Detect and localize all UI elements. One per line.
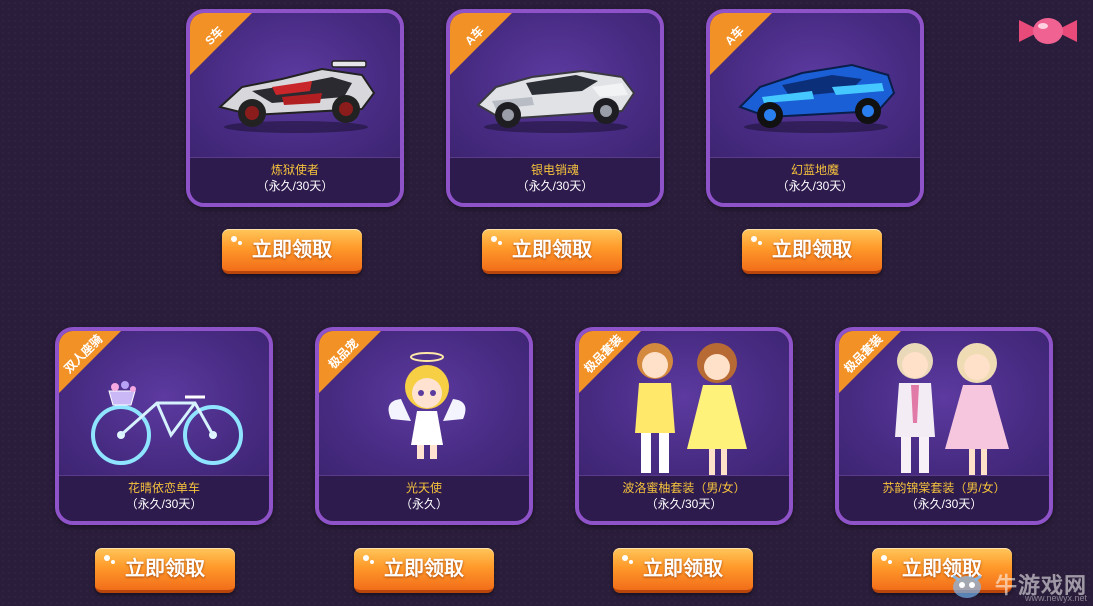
reward-name: 银电销魂 <box>530 163 579 177</box>
reward-card-3: 双人座骑 花晴依恋单车 （永久/30天） <box>55 327 273 525</box>
candy-icon <box>1019 18 1077 44</box>
category-ribbon: 极品宠 <box>319 331 389 401</box>
reward-footer: 炼狱使者 （永久/30天） <box>190 157 400 203</box>
claim-button-3[interactable]: 立即领取 <box>95 548 235 593</box>
claim-button-0[interactable]: 立即领取 <box>222 229 362 274</box>
claim-button-1[interactable]: 立即领取 <box>482 229 622 274</box>
claim-button-4[interactable]: 立即领取 <box>354 548 494 593</box>
reward-name: 花晴依恋单车 <box>127 481 200 495</box>
category-ribbon: 极品套装 <box>579 331 649 401</box>
reward-card-6: 极品套装 苏韵锦棠套装（男/女） （永久/30天） <box>835 327 1053 525</box>
angel-pet-image <box>388 352 466 459</box>
reward-footer: 银电销魂 （永久/30天） <box>450 157 660 203</box>
reward-footer: 幻蓝地魔 （永久/30天） <box>710 157 920 203</box>
sparkle-icon <box>231 236 237 242</box>
category-ribbon: 极品套装 <box>839 331 909 401</box>
watermark-url: www.newyx.net <box>1024 593 1087 603</box>
reward-card-0: S车 炼狱使者 （永久/30天） <box>186 9 404 207</box>
reward-footer: 苏韵锦棠套装（男/女） （永久/30天） <box>839 475 1049 521</box>
sparkle-icon <box>104 555 110 561</box>
reward-card-4: 极品宠 光天使 （永久） <box>315 327 533 525</box>
reward-duration: （永久/30天） <box>516 179 594 193</box>
sparkle-icon <box>363 555 369 561</box>
reward-duration: （永久/30天） <box>905 497 983 511</box>
reward-name: 幻蓝地魔 <box>790 163 839 177</box>
mascot-icon <box>952 574 982 598</box>
sparkle-icon <box>622 555 628 561</box>
reward-footer: 波洛蜜柚套装（男/女） （永久/30天） <box>579 475 789 521</box>
reward-name: 波洛蜜柚套装（男/女） <box>622 481 746 495</box>
reward-duration: （永久/30天） <box>645 497 723 511</box>
reward-footer: 光天使 （永久） <box>319 475 529 521</box>
sparkle-icon <box>491 236 497 242</box>
reward-name: 炼狱使者 <box>270 163 319 177</box>
reward-footer: 花晴依恋单车 （永久/30天） <box>59 475 269 521</box>
sparkle-icon <box>751 236 757 242</box>
reward-card-2: A车 幻蓝地魔 （永久/30天） <box>706 9 924 207</box>
reward-card-1: A车 银电销魂 （永久/30天） <box>446 9 664 207</box>
category-ribbon: A车 <box>710 13 780 83</box>
claim-button-5[interactable]: 立即领取 <box>613 548 753 593</box>
sparkle-icon <box>881 555 887 561</box>
reward-duration: （永久/30天） <box>256 179 334 193</box>
category-ribbon: S车 <box>190 13 260 83</box>
site-watermark: 牛游戏网 www.newyx.net <box>947 568 1087 603</box>
reward-card-5: 极品套装 波洛蜜柚套装（男/女） （永久/30天） <box>575 327 793 525</box>
category-ribbon: A车 <box>450 13 520 83</box>
claim-button-2[interactable]: 立即领取 <box>742 229 882 274</box>
reward-duration: （永久） <box>399 497 448 511</box>
reward-name: 光天使 <box>405 481 442 495</box>
category-ribbon: 双人座骑 <box>59 331 129 401</box>
reward-duration: （永久/30天） <box>125 497 203 511</box>
reward-name: 苏韵锦棠套装（男/女） <box>882 481 1006 495</box>
reward-duration: （永久/30天） <box>776 179 854 193</box>
